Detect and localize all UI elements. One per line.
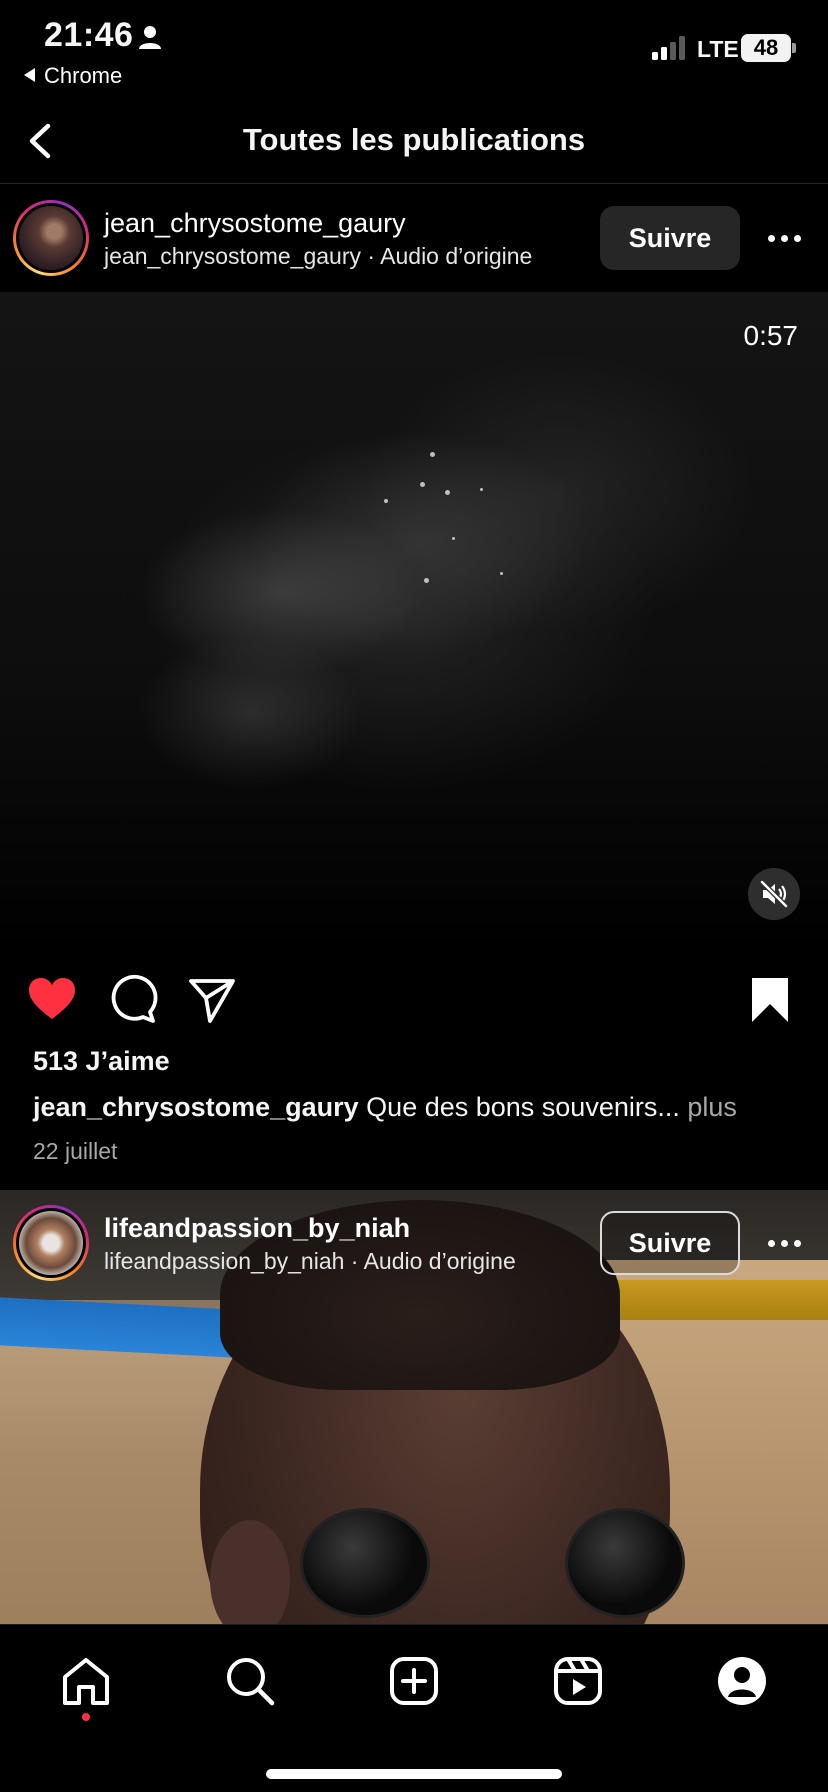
post-date: 22 juillet [33, 1138, 118, 1164]
status-time: 21:46 [44, 16, 134, 54]
caption-more-link[interactable]: plus [687, 1092, 737, 1122]
reels-icon[interactable] [548, 1651, 608, 1711]
post-header-2: lifeandpassion_by_niah lifeandpassion_by… [0, 1190, 828, 1296]
sparkle [424, 578, 429, 583]
sparkle [420, 482, 425, 487]
share-icon[interactable] [186, 974, 238, 1026]
post-header: jean_chrysostome_gaury jean_chrysostome_… [0, 185, 828, 291]
sparkle [500, 572, 503, 575]
nav-header: Toutes les publications [0, 96, 828, 184]
person-icon [139, 26, 161, 49]
network-label: LTE [697, 36, 739, 62]
post-audio-line[interactable]: lifeandpassion_by_niah · Audio d’origine [104, 1248, 516, 1275]
search-icon[interactable] [220, 1651, 280, 1711]
back-to-app-link[interactable]: Chrome [24, 63, 122, 89]
home-icon[interactable] [56, 1651, 116, 1711]
sparkle [452, 537, 455, 540]
battery-cap [792, 43, 796, 53]
post-username[interactable]: jean_chrysostome_gaury [104, 208, 406, 239]
sparkle [430, 452, 435, 457]
post-username[interactable]: lifeandpassion_by_niah [104, 1213, 410, 1244]
avatar-image [19, 1211, 83, 1275]
page-title: Toutes les publications [242, 122, 586, 157]
caption-text: Que des bons souvenirs... [366, 1092, 680, 1122]
follow-button[interactable]: Suivre [600, 206, 740, 270]
post-caption[interactable]: jean_chrysostome_gaury Que des bons souv… [33, 1092, 737, 1123]
post-video[interactable]: 0:57 [0, 292, 828, 952]
create-icon[interactable] [384, 1651, 444, 1711]
post-actions [0, 966, 828, 1036]
sparkle [480, 488, 483, 491]
more-options-icon[interactable] [760, 219, 808, 259]
back-triangle-icon [24, 68, 35, 82]
back-app-label: Chrome [44, 63, 123, 88]
sparkle [384, 499, 388, 503]
video-duration: 0:57 [743, 320, 799, 351]
more-options-icon[interactable] [760, 1224, 808, 1264]
status-bar: 21:46 Chrome LTE 48 [0, 0, 828, 96]
caption-username[interactable]: jean_chrysostome_gaury [33, 1092, 359, 1122]
profile-icon[interactable] [712, 1651, 772, 1711]
post-audio-line[interactable]: jean_chrysostome_gaury · Audio d’origine [104, 243, 532, 270]
home-indicator [266, 1769, 562, 1779]
follow-button[interactable]: Suivre [600, 1211, 740, 1275]
signal-icon [652, 36, 685, 60]
bookmark-icon[interactable] [744, 974, 796, 1026]
likes-count[interactable]: 513 J’aime [33, 1046, 170, 1077]
battery-icon: 48 [741, 34, 791, 62]
like-heart-icon[interactable] [26, 974, 78, 1026]
tab-bar [0, 1624, 828, 1792]
avatar-image [19, 206, 83, 270]
home-active-dot [82, 1713, 90, 1721]
comment-icon[interactable] [106, 974, 158, 1026]
mute-button[interactable] [748, 868, 800, 920]
sparkle [445, 490, 450, 495]
avatar[interactable] [13, 1205, 89, 1281]
avatar[interactable] [13, 200, 89, 276]
